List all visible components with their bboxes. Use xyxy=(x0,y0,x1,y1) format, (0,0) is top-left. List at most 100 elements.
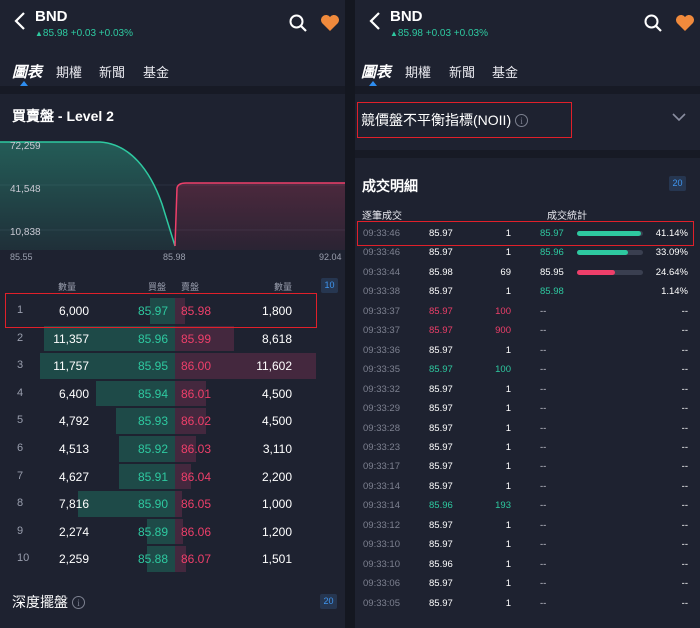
trade-time: 09:33:46 xyxy=(363,247,400,259)
level-index: 10 xyxy=(17,552,30,565)
bid-quantity: 11,357 xyxy=(53,331,89,346)
trade-volume: 900 xyxy=(495,325,511,337)
header: BND ▲85.98 +0.03 +0.03% xyxy=(355,0,700,46)
tab-options[interactable]: 期權 xyxy=(405,62,431,81)
stat-price-empty: -- xyxy=(540,403,547,415)
order-book-row[interactable]: 5 4,792 85.93 86.02 4,500 xyxy=(0,407,345,435)
levels-count-badge[interactable]: 10 xyxy=(321,278,338,293)
trade-volume: 1 xyxy=(505,480,511,492)
bid-header: 買盤 xyxy=(148,282,167,292)
highlight-box xyxy=(5,293,317,328)
ask-price: 86.05 xyxy=(181,497,212,512)
level-index: 7 xyxy=(17,469,24,482)
ask-price: 86.03 xyxy=(181,442,212,456)
order-book-row[interactable]: 10 2,259 85.88 86.07 1,501 xyxy=(0,545,345,573)
ask-price: 86.02 xyxy=(181,414,212,429)
ask-depth-area xyxy=(175,183,345,250)
tab-news[interactable]: 新聞 xyxy=(449,62,475,81)
trade-time: 09:33:28 xyxy=(363,422,400,434)
order-book-row[interactable]: 2 11,357 85.96 85.99 8,618 xyxy=(0,325,345,353)
bid-price: 85.91 xyxy=(137,469,168,484)
stat-price-empty: -- xyxy=(540,441,547,453)
stat-percent-empty: -- xyxy=(681,422,688,434)
stat-price-empty: -- xyxy=(540,461,547,473)
trade-row: 09:33:36 85.97 1 -- -- xyxy=(355,341,700,360)
tab-funds[interactable]: 基金 xyxy=(143,62,169,81)
header: BND ▲85.98 +0.03 +0.03% xyxy=(0,0,345,46)
level-index: 5 xyxy=(17,414,24,427)
trade-volume: 1 xyxy=(505,403,511,415)
bid-price: 85.93 xyxy=(137,414,168,429)
trade-volume: 1 xyxy=(505,286,511,298)
trade-volume: 1 xyxy=(505,578,511,590)
tab-options[interactable]: 期權 xyxy=(56,62,82,81)
trade-row: 09:33:37 85.97 100 -- -- xyxy=(355,302,700,321)
trade-price: 85.97 xyxy=(429,519,453,531)
trade-time: 09:33:44 xyxy=(363,266,400,278)
ask-quantity: 2,200 xyxy=(261,469,292,484)
ask-quantity: 11,602 xyxy=(256,359,292,374)
trade-time: 09:33:14 xyxy=(363,500,400,512)
depth-section-title[interactable]: 深度擺盤 i xyxy=(12,592,85,612)
trade-price: 85.97 xyxy=(429,325,453,337)
trade-volume: 1 xyxy=(505,422,511,434)
stat-price-empty: -- xyxy=(540,480,547,492)
tab-chart[interactable]: 圖表 xyxy=(361,61,391,82)
favorite-heart-icon[interactable] xyxy=(320,14,340,32)
trade-time: 09:33:06 xyxy=(363,578,400,590)
trade-time: 09:33:32 xyxy=(363,383,400,395)
order-book-row[interactable]: 7 4,627 85.91 86.04 2,200 xyxy=(0,463,345,491)
order-book-row[interactable]: 9 2,274 85.89 86.06 1,200 xyxy=(0,518,345,546)
trade-volume: 69 xyxy=(500,266,511,278)
trade-row: 09:33:05 85.97 1 -- -- xyxy=(355,594,700,613)
trade-time: 09:33:38 xyxy=(363,286,400,298)
bid-price: 85.94 xyxy=(137,386,168,401)
back-arrow-icon[interactable] xyxy=(12,9,28,33)
search-icon[interactable] xyxy=(643,13,663,33)
trade-price: 85.97 xyxy=(429,364,453,376)
trade-volume: 193 xyxy=(495,500,511,512)
info-icon[interactable]: i xyxy=(72,596,85,609)
order-book-row[interactable]: 3 11,757 85.95 86.00 11,602 xyxy=(0,352,345,380)
trade-price: 85.97 xyxy=(429,441,453,453)
ask-quantity: 1,000 xyxy=(261,497,292,512)
tab-funds[interactable]: 基金 xyxy=(492,62,518,81)
trade-price: 85.96 xyxy=(429,500,453,512)
order-book-row[interactable]: 6 4,513 85.92 86.03 3,110 xyxy=(0,435,345,463)
back-arrow-icon[interactable] xyxy=(367,9,383,33)
stat-price-empty: -- xyxy=(540,539,547,551)
trades-count-badge[interactable]: 20 xyxy=(669,176,686,191)
trade-price: 85.97 xyxy=(429,305,453,317)
bid-quantity: 2,274 xyxy=(58,524,89,539)
level-index: 2 xyxy=(17,331,24,344)
trade-row: 09:33:46 85.97 1 85.96 33.09% xyxy=(355,243,700,262)
ask-header: 賣盤 xyxy=(181,282,200,292)
stat-price-empty: -- xyxy=(540,305,547,317)
trade-volume: 1 xyxy=(505,383,511,395)
depth-chart xyxy=(0,141,345,250)
bid-quantity: 6,400 xyxy=(58,386,89,401)
trade-price: 85.97 xyxy=(429,286,453,298)
highlight-box xyxy=(357,221,694,246)
trade-time: 09:33:37 xyxy=(363,325,400,337)
stat-percent-empty: -- xyxy=(681,539,688,551)
search-icon[interactable] xyxy=(288,13,308,33)
ask-quantity: 4,500 xyxy=(261,414,292,429)
order-book-row[interactable]: 4 6,400 85.94 86.01 4,500 xyxy=(0,380,345,408)
ask-price: 85.99 xyxy=(181,331,212,346)
bid-price: 85.96 xyxy=(137,331,168,346)
tab-chart[interactable]: 圖表 xyxy=(12,61,42,82)
tab-news[interactable]: 新聞 xyxy=(99,62,125,81)
depth-count-badge[interactable]: 20 xyxy=(320,594,337,609)
stat-percent-empty: -- xyxy=(681,461,688,473)
tab-bar: 圖表 期權 新聞 基金 xyxy=(355,56,700,86)
bid-price: 85.89 xyxy=(137,524,168,539)
favorite-heart-icon[interactable] xyxy=(675,14,695,32)
panel-separator xyxy=(345,0,355,628)
order-book-row[interactable]: 8 7,816 85.90 86.05 1,000 xyxy=(0,490,345,518)
highlight-box xyxy=(357,102,572,138)
chevron-down-icon[interactable] xyxy=(671,112,687,122)
bid-qty-header: 數量 xyxy=(58,282,77,292)
bid-quantity: 4,513 xyxy=(58,442,89,456)
stat-percent-empty: -- xyxy=(681,441,688,453)
